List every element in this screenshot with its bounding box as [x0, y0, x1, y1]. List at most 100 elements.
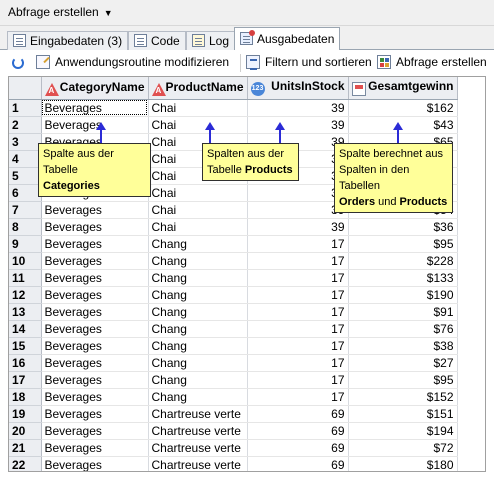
row-number-cell[interactable]: 8 [9, 218, 42, 236]
column-header-productname[interactable]: ProductName [148, 77, 248, 100]
table-row[interactable]: 1 Beverages Chai 39 $162 [9, 99, 458, 117]
productname-cell[interactable]: Chang [148, 337, 248, 355]
row-number-cell[interactable]: 20 [9, 422, 42, 440]
row-number-cell[interactable]: 21 [9, 439, 42, 457]
productname-cell[interactable]: Chang [148, 354, 248, 372]
categoryname-cell[interactable]: Beverages [41, 388, 149, 406]
row-number-cell[interactable]: 2 [9, 116, 42, 134]
row-number-cell[interactable]: 5 [9, 167, 42, 185]
productname-cell[interactable]: Chang [148, 388, 248, 406]
tab-output-data[interactable]: Ausgabedaten [234, 27, 341, 51]
categoryname-cell[interactable]: Beverages [41, 269, 149, 287]
categoryname-cell[interactable]: Beverages [41, 252, 149, 270]
unitsinstock-cell[interactable]: 69 [247, 405, 349, 423]
categoryname-cell[interactable]: Beverages [41, 218, 149, 236]
unitsinstock-cell[interactable]: 17 [247, 235, 349, 253]
table-row[interactable]: 18 Beverages Chang 17 $152 [9, 388, 458, 406]
gesamtgewinn-cell[interactable]: $228 [348, 252, 458, 270]
data-grid[interactable]: CategoryName ProductName 123UnitsInStock… [8, 76, 486, 472]
productname-cell[interactable]: Chartreuse verte [148, 439, 248, 457]
row-number-cell[interactable]: 14 [9, 320, 42, 338]
unitsinstock-cell[interactable]: 17 [247, 303, 349, 321]
table-row[interactable]: 19 Beverages Chartreuse verte 69 $151 [9, 405, 458, 423]
gesamtgewinn-cell[interactable]: $72 [348, 439, 458, 457]
table-row[interactable]: 21 Beverages Chartreuse verte 69 $72 [9, 439, 458, 457]
tab-code[interactable]: Code [128, 31, 186, 50]
productname-cell[interactable]: Chai [148, 184, 248, 202]
refresh-button[interactable] [12, 55, 29, 71]
row-number-cell[interactable]: 10 [9, 252, 42, 270]
table-row[interactable]: 15 Beverages Chang 17 $38 [9, 337, 458, 355]
productname-cell[interactable]: Chai [148, 99, 248, 117]
filter-sort-button[interactable]: Filtern und sortieren [246, 55, 372, 71]
gesamtgewinn-cell[interactable]: $95 [348, 371, 458, 389]
gesamtgewinn-cell[interactable]: $152 [348, 388, 458, 406]
unitsinstock-cell[interactable]: 17 [247, 286, 349, 304]
productname-cell[interactable]: Chang [148, 252, 248, 270]
gesamtgewinn-cell[interactable]: $180 [348, 456, 458, 471]
row-number-cell[interactable]: 1 [9, 99, 42, 117]
table-row[interactable]: 2 Beverages Chai 39 $43 [9, 116, 458, 134]
tab-input-data[interactable]: Eingabedaten (3) [7, 31, 129, 50]
gesamtgewinn-cell[interactable]: $38 [348, 337, 458, 355]
unitsinstock-cell[interactable]: 17 [247, 388, 349, 406]
categoryname-cell[interactable]: Beverages [41, 337, 149, 355]
column-header-unitsinstock[interactable]: 123 UnitsInStock [247, 77, 349, 100]
table-row[interactable]: 11 Beverages Chang 17 $133 [9, 269, 458, 287]
unitsinstock-cell[interactable]: 17 [247, 252, 349, 270]
categoryname-cell[interactable]: Beverages [41, 201, 149, 219]
table-row[interactable]: 13 Beverages Chang 17 $91 [9, 303, 458, 321]
categoryname-cell[interactable]: Beverages [41, 422, 149, 440]
productname-cell[interactable]: Chartreuse verte [148, 405, 248, 423]
table-row[interactable]: 16 Beverages Chang 17 $27 [9, 354, 458, 372]
table-row[interactable]: 14 Beverages Chang 17 $76 [9, 320, 458, 338]
query-menu-label[interactable]: Abfrage erstellen [8, 5, 99, 19]
categoryname-cell[interactable]: Beverages [41, 235, 149, 253]
productname-cell[interactable]: Chartreuse verte [148, 422, 248, 440]
modify-task-button[interactable]: Anwendungsroutine modifizieren [36, 55, 229, 71]
row-number-header[interactable] [9, 77, 42, 100]
unitsinstock-cell[interactable]: 39 [247, 99, 349, 117]
unitsinstock-cell[interactable]: 69 [247, 439, 349, 457]
categoryname-cell[interactable]: Beverages [41, 303, 149, 321]
query-menu[interactable]: Abfrage erstellen ▼ [8, 5, 113, 19]
table-row[interactable]: 10 Beverages Chang 17 $228 [9, 252, 458, 270]
productname-cell[interactable]: Chang [148, 303, 248, 321]
productname-cell[interactable]: Chang [148, 235, 248, 253]
productname-cell[interactable]: Chartreuse verte [148, 456, 248, 471]
column-header-categoryname[interactable]: CategoryName [41, 77, 149, 100]
productname-cell[interactable]: Chai [148, 201, 248, 219]
gesamtgewinn-cell[interactable]: $36 [348, 218, 458, 236]
gesamtgewinn-cell[interactable]: $91 [348, 303, 458, 321]
table-row[interactable]: 9 Beverages Chang 17 $95 [9, 235, 458, 253]
table-row[interactable]: 8 Beverages Chai 39 $36 [9, 218, 458, 236]
row-number-cell[interactable]: 4 [9, 150, 42, 168]
row-number-cell[interactable]: 7 [9, 201, 42, 219]
unitsinstock-cell[interactable]: 17 [247, 269, 349, 287]
unitsinstock-cell[interactable]: 17 [247, 354, 349, 372]
query-builder-button[interactable]: Abfrage erstellen [377, 55, 487, 71]
row-number-cell[interactable]: 12 [9, 286, 42, 304]
unitsinstock-cell[interactable]: 39 [247, 184, 349, 202]
table-row[interactable]: 12 Beverages Chang 17 $190 [9, 286, 458, 304]
tab-log[interactable]: Log [186, 31, 236, 50]
categoryname-cell[interactable]: Beverages [41, 439, 149, 457]
row-number-cell[interactable]: 11 [9, 269, 42, 287]
categoryname-cell[interactable]: Beverages [41, 405, 149, 423]
unitsinstock-cell[interactable]: 69 [247, 456, 349, 471]
unitsinstock-cell[interactable]: 17 [247, 371, 349, 389]
gesamtgewinn-cell[interactable]: $76 [348, 320, 458, 338]
categoryname-cell[interactable]: Beverages [41, 371, 149, 389]
row-number-cell[interactable]: 3 [9, 133, 42, 151]
row-number-cell[interactable]: 18 [9, 388, 42, 406]
productname-cell[interactable]: Chang [148, 371, 248, 389]
row-number-cell[interactable]: 15 [9, 337, 42, 355]
table-row[interactable]: 17 Beverages Chang 17 $95 [9, 371, 458, 389]
row-number-cell[interactable]: 16 [9, 354, 42, 372]
table-row[interactable]: 22 Beverages Chartreuse verte 69 $180 [9, 456, 458, 471]
row-number-cell[interactable]: 19 [9, 405, 42, 423]
row-number-cell[interactable]: 22 [9, 456, 42, 471]
gesamtgewinn-cell[interactable]: $133 [348, 269, 458, 287]
productname-cell[interactable]: Chang [148, 286, 248, 304]
productname-cell[interactable]: Chang [148, 320, 248, 338]
